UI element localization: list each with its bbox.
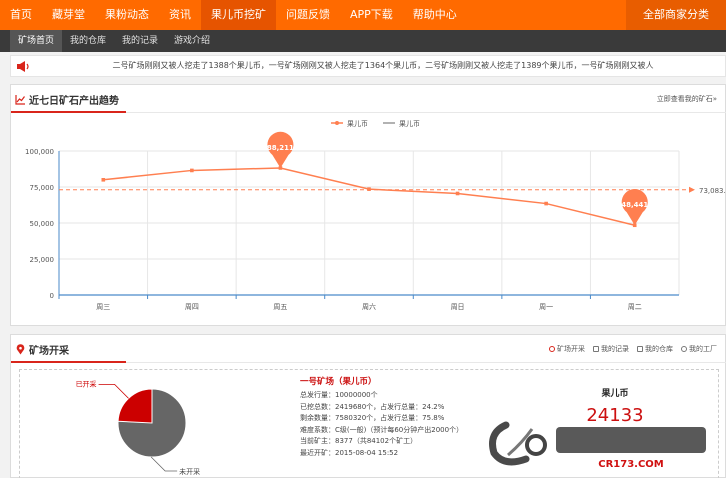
nav-item-1[interactable]: 藏芽堂 xyxy=(42,0,95,30)
link-mining[interactable]: 矿场开采 xyxy=(549,344,585,354)
mine-info-total: 总发行量：10000000个 xyxy=(300,391,378,399)
nav-item-0[interactable]: 首页 xyxy=(0,0,42,30)
pie-leader-mined xyxy=(98,383,129,399)
link-mining-label: 矿场开采 xyxy=(557,345,585,353)
pie-label-unmined: 未开采 xyxy=(179,467,200,476)
subnav-item-2[interactable]: 我的记录 xyxy=(114,30,166,52)
y-tick-label: 50,000 xyxy=(30,220,55,228)
pie-label-mined: 已开采 xyxy=(76,379,97,388)
pin-icon xyxy=(549,346,555,352)
trend-title: 近七日矿石产出趋势 xyxy=(15,90,119,108)
panel-title-underline xyxy=(11,361,126,363)
mine-links: 矿场开采 我的记录 我的仓库 我的工厂 xyxy=(549,344,717,354)
data-point xyxy=(190,168,194,173)
mine-info-mined: 已挖总数：2419680个，占发行总量：24.2% xyxy=(300,402,445,411)
y-tick-label: 75,000 xyxy=(30,184,55,192)
pie-slice-mined xyxy=(117,388,153,424)
x-tick-label: 周二 xyxy=(628,303,642,311)
mine-info-owner: 当前矿主：8377（共84102个矿工） xyxy=(300,437,418,445)
mine-title: 矿场开采 xyxy=(15,340,69,358)
view-my-ore-link[interactable]: 立即查看我的矿石» xyxy=(657,94,717,104)
data-point xyxy=(455,191,460,196)
sub-nav: 矿场首页 我的仓库 我的记录 游戏介绍 xyxy=(0,30,726,52)
x-tick-label: 周五 xyxy=(273,303,287,311)
nav-item-3[interactable]: 资讯 xyxy=(159,0,201,30)
link-my-factory[interactable]: 我的工厂 xyxy=(681,344,717,354)
data-point xyxy=(101,178,106,182)
legend-marker-0 xyxy=(335,121,339,125)
nav-item-4[interactable]: 果儿币挖矿 xyxy=(201,0,276,30)
mine-info-difficulty: 难度系数：C级(一般)（预计每60分钟产出2000个） xyxy=(300,425,464,434)
x-tick-label: 周四 xyxy=(185,303,199,311)
legend-label-0: 果儿币 xyxy=(347,120,368,128)
all-categories-button[interactable]: 全部商家分类 xyxy=(626,0,726,30)
mine-info-remaining: 剩余数量：7580320个，占发行总量：75.8% xyxy=(300,414,445,422)
factory-icon xyxy=(681,346,687,352)
line-chart-icon xyxy=(15,94,25,105)
y-tick-label: 0 xyxy=(50,292,54,300)
x-tick-label: 周三 xyxy=(96,303,110,311)
x-tick-label: 周一 xyxy=(539,303,553,311)
subnav-item-1[interactable]: 我的仓库 xyxy=(62,30,114,52)
mine-title-text: 矿场开采 xyxy=(29,345,69,357)
nav-item-6[interactable]: APP下载 xyxy=(340,0,403,30)
watermark-text: CR173.COM xyxy=(598,459,664,470)
location-pin-icon xyxy=(16,343,25,354)
mine-info-title: 一号矿场（果儿币） xyxy=(300,377,377,387)
y-tick-label: 25,000 xyxy=(30,256,55,264)
mine-info-last-open: 最近开矿：2015-08-04 15:52 xyxy=(300,448,399,457)
mine-info: 一号矿场（果儿币） 总发行量：10000000个 已挖总数：2419680个，占… xyxy=(300,375,500,459)
nav-item-5[interactable]: 问题反馈 xyxy=(276,0,340,30)
record-icon xyxy=(593,346,599,352)
link-my-records-label: 我的记录 xyxy=(601,345,629,353)
average-arrow xyxy=(689,186,695,193)
watermark-logo: CR173.COM xyxy=(489,421,706,470)
notice-bar: 二号矿场刚刚又被人挖走了1388个果儿币，一号矿场刚刚又被人挖走了1364个果儿… xyxy=(10,55,726,77)
trend-line-chart: 果儿币 果儿币 0 25,000 50,000 75,000 100,000 周三 周四 周五 周六… xyxy=(25,120,726,311)
speaker-icon xyxy=(17,61,29,72)
y-tick-label: 100,000 xyxy=(25,148,54,156)
x-tick-label: 周日 xyxy=(451,303,465,311)
series-line xyxy=(103,167,635,226)
nav-item-2[interactable]: 果粉动态 xyxy=(95,0,159,30)
data-point xyxy=(544,201,548,206)
link-my-records[interactable]: 我的记录 xyxy=(593,344,629,354)
pie-leader-unmined xyxy=(150,456,178,472)
notice-text: 二号矿场刚刚又被人挖走了1388个果儿币，一号矿场刚刚又被人挖走了1364个果儿… xyxy=(112,61,654,70)
link-my-factory-label: 我的工厂 xyxy=(689,345,717,353)
legend-label-1: 果儿币 xyxy=(399,120,420,128)
trend-panel: 近七日矿石产出趋势 立即查看我的矿石» 果儿币 果儿币 0 25,000 50,000 7… xyxy=(10,84,726,326)
data-point xyxy=(367,187,371,191)
link-my-warehouse-label: 我的仓库 xyxy=(645,345,673,353)
average-label: 73,083.71 xyxy=(699,187,726,195)
link-my-warehouse[interactable]: 我的仓库 xyxy=(637,344,673,354)
trend-title-text: 近七日矿石产出趋势 xyxy=(29,95,119,107)
mine-pie-chart: 已开采未开采 xyxy=(76,379,201,476)
max-pin-label: 88,211 xyxy=(267,144,294,152)
warehouse-icon xyxy=(637,346,643,352)
min-pin-label: 48,441 xyxy=(621,201,648,209)
subnav-item-0[interactable]: 矿场首页 xyxy=(10,30,63,52)
x-tick-label: 周六 xyxy=(362,302,376,311)
subnav-item-3[interactable]: 游戏介绍 xyxy=(166,30,218,52)
top-nav: 首页 藏芽堂 果粉动态 资讯 果儿币挖矿 问题反馈 APP下载 帮助中心 全部商家分类 xyxy=(0,0,726,30)
coin-name: 果儿币 xyxy=(601,389,629,399)
nav-item-7[interactable]: 帮助中心 xyxy=(403,0,467,30)
